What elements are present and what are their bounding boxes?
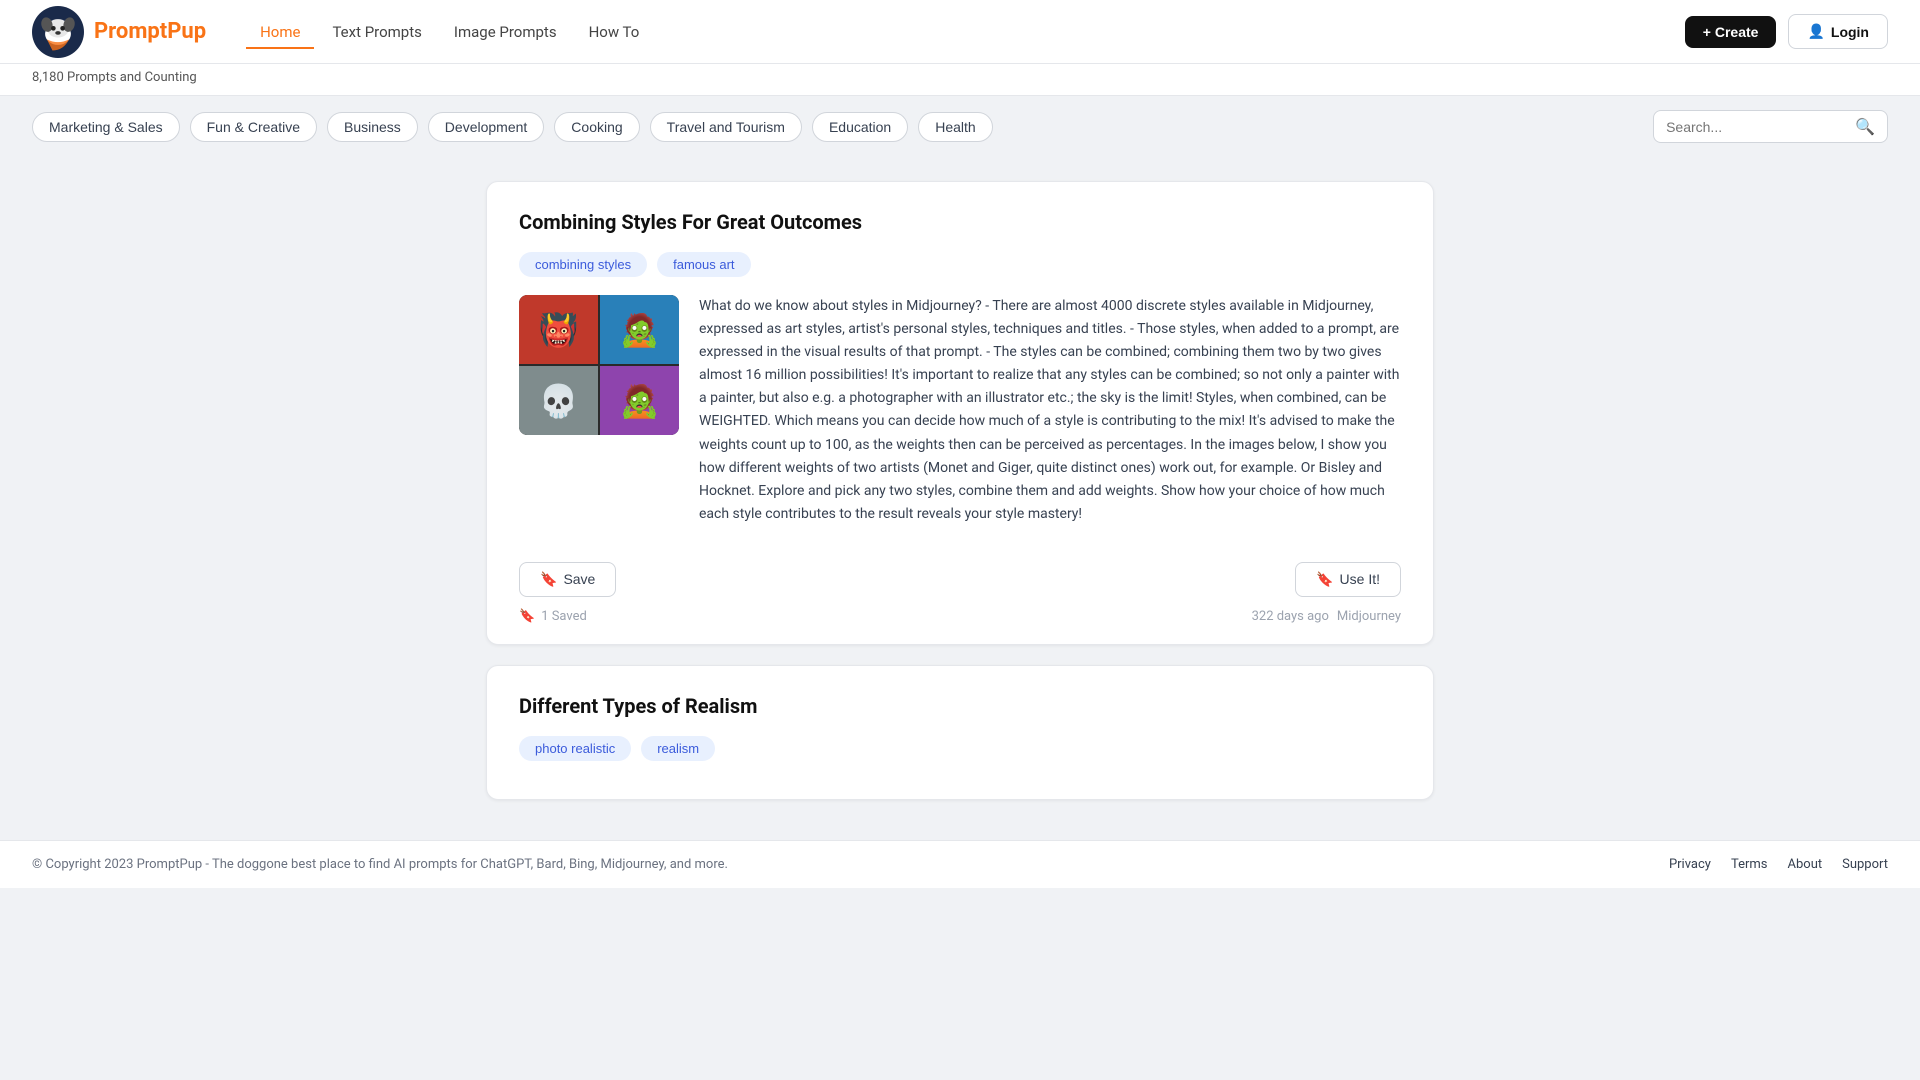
- prompt-count: 8,180 Prompts and Counting: [32, 70, 197, 85]
- card-combining-styles: Combining Styles For Great Outcomes comb…: [486, 181, 1434, 645]
- main-content: Combining Styles For Great Outcomes comb…: [470, 181, 1450, 800]
- footer-terms[interactable]: Terms: [1731, 857, 1768, 872]
- art-cell-1: 👹: [519, 295, 598, 364]
- footer-meta: 322 days ago Midjourney: [1252, 609, 1401, 624]
- filter-development[interactable]: Development: [428, 112, 545, 142]
- card-title-2: Different Types of Realism: [519, 694, 1401, 718]
- filter-education[interactable]: Education: [812, 112, 908, 142]
- nav-home[interactable]: Home: [246, 15, 314, 49]
- use-icon: 🔖: [1316, 571, 1333, 588]
- filter-travel[interactable]: Travel and Tourism: [650, 112, 802, 142]
- search-input[interactable]: [1666, 119, 1847, 135]
- logo-icon: [32, 6, 84, 58]
- art-cell-3: 💀: [519, 366, 598, 435]
- sub-header: 8,180 Prompts and Counting: [0, 64, 1920, 96]
- use-button[interactable]: 🔖 Use It!: [1295, 562, 1401, 597]
- save-icon: 🔖: [540, 571, 557, 588]
- tag-photo-realistic[interactable]: photo realistic: [519, 736, 631, 761]
- tag-combining-styles[interactable]: combining styles: [519, 252, 647, 277]
- filter-fun[interactable]: Fun & Creative: [190, 112, 317, 142]
- nav-how-to[interactable]: How To: [575, 15, 654, 49]
- logo-text: PromptPup: [94, 19, 206, 44]
- create-button[interactable]: + Create: [1685, 16, 1777, 48]
- search-icon: 🔍: [1855, 117, 1875, 136]
- card-footer: 🔖 1 Saved 322 days ago Midjourney: [519, 609, 1401, 624]
- header: PromptPup Home Text Prompts Image Prompt…: [0, 0, 1920, 64]
- filter-marketing[interactable]: Marketing & Sales: [32, 112, 180, 142]
- footer-support[interactable]: Support: [1842, 857, 1888, 872]
- footer-copyright: © Copyright 2023 PromptPup - The doggone…: [32, 857, 728, 872]
- tag-realism[interactable]: realism: [641, 736, 715, 761]
- tags-row: combining styles famous art: [519, 252, 1401, 277]
- footer: © Copyright 2023 PromptPup - The doggone…: [0, 840, 1920, 888]
- footer-links: Privacy Terms About Support: [1669, 857, 1888, 872]
- login-button[interactable]: 👤 Login: [1788, 14, 1888, 49]
- logo[interactable]: PromptPup: [32, 6, 206, 58]
- saved-count: 🔖 1 Saved: [519, 609, 587, 624]
- tag-famous-art[interactable]: famous art: [657, 252, 750, 277]
- footer-about[interactable]: About: [1788, 857, 1823, 872]
- card-body: 👹 🧟 💀 🧟 What do we know about styles in …: [519, 295, 1401, 526]
- art-collage: 👹 🧟 💀 🧟: [519, 295, 679, 435]
- nav-image-prompts[interactable]: Image Prompts: [440, 15, 571, 49]
- art-cell-2: 🧟: [600, 295, 679, 364]
- card-image: 👹 🧟 💀 🧟: [519, 295, 679, 435]
- user-icon: 👤: [1807, 23, 1824, 40]
- footer-privacy[interactable]: Privacy: [1669, 857, 1711, 872]
- search-container: 🔍: [1653, 110, 1888, 143]
- card-actions: 🔖 Save 🔖 Use It!: [519, 546, 1401, 597]
- filter-cooking[interactable]: Cooking: [554, 112, 639, 142]
- card-description: What do we know about styles in Midjourn…: [699, 295, 1401, 526]
- saved-icon: 🔖: [519, 609, 535, 624]
- filter-bar: Marketing & Sales Fun & Creative Busines…: [0, 96, 1920, 157]
- platform: Midjourney: [1337, 609, 1401, 624]
- card-realism: Different Types of Realism photo realist…: [486, 665, 1434, 800]
- save-button[interactable]: 🔖 Save: [519, 562, 616, 597]
- tags-row-2: photo realistic realism: [519, 736, 1401, 761]
- filter-health[interactable]: Health: [918, 112, 992, 142]
- art-cell-4: 🧟: [600, 366, 679, 435]
- filter-business[interactable]: Business: [327, 112, 418, 142]
- main-nav: Home Text Prompts Image Prompts How To: [246, 15, 653, 49]
- header-actions: + Create 👤 Login: [1685, 14, 1888, 49]
- days-ago: 322 days ago: [1252, 609, 1329, 624]
- card-title: Combining Styles For Great Outcomes: [519, 210, 1401, 234]
- nav-text-prompts[interactable]: Text Prompts: [318, 15, 435, 49]
